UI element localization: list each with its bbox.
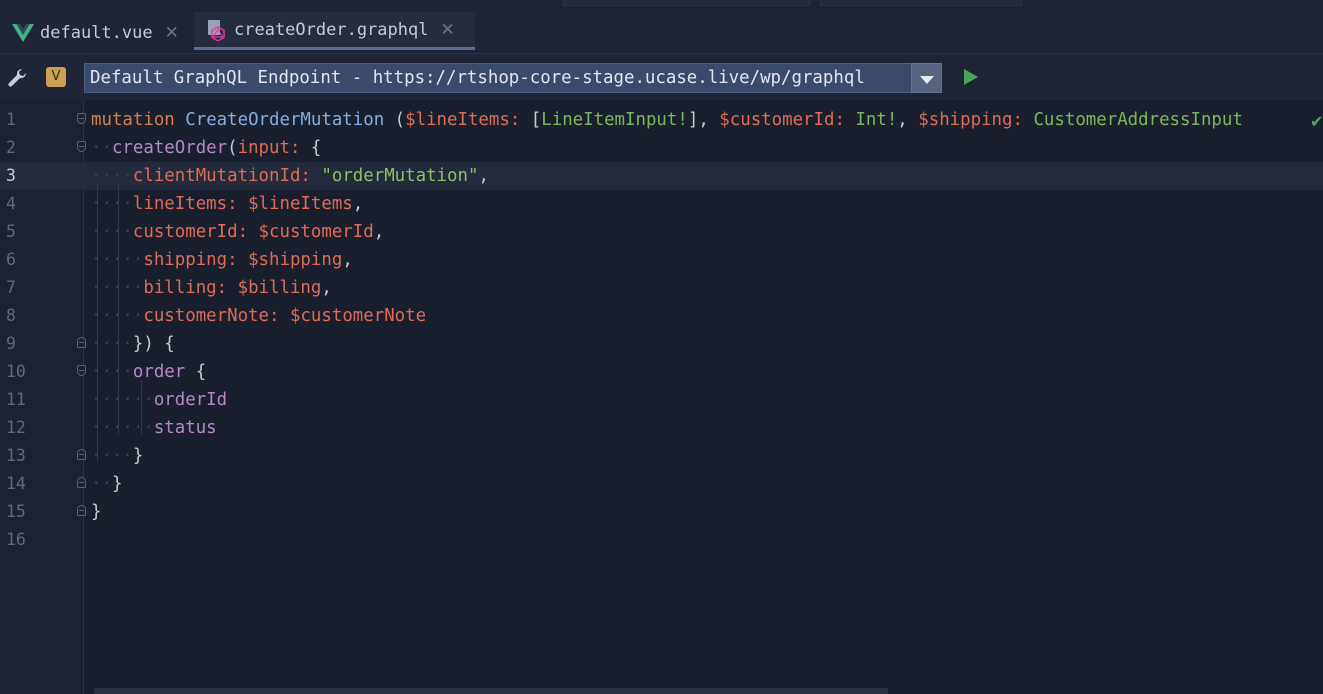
- line-number: 5: [6, 222, 16, 241]
- code-text: ··}: [91, 474, 123, 494]
- line-number: 12: [6, 418, 26, 437]
- code-text: ·····billing: $billing,: [91, 278, 332, 298]
- graphql-toolbar: V Default GraphQL Endpoint - https://rts…: [0, 54, 1323, 100]
- variables-badge[interactable]: V: [46, 67, 66, 87]
- code-text: ·····shipping: $shipping,: [91, 250, 353, 270]
- line-number: 7: [6, 278, 16, 297]
- code-text: ····clientMutationId: "orderMutation",: [91, 166, 489, 186]
- code-line[interactable]: 5 ····customerId: $customerId,: [0, 218, 1323, 246]
- code-line[interactable]: 10 ····order {: [0, 358, 1323, 386]
- chevron-down-icon: [920, 76, 934, 84]
- fold-end-icon[interactable]: [77, 505, 86, 516]
- code-text: ······orderId: [91, 390, 228, 410]
- fold-start-icon[interactable]: [77, 365, 86, 376]
- code-text: mutation CreateOrderMutation ($lineItems…: [91, 110, 1243, 130]
- code-text: ·····customerNote: $customerNote: [91, 306, 427, 326]
- tab-label: default.vue: [40, 22, 153, 43]
- line-number: 1: [6, 110, 16, 129]
- code-line[interactable]: 11 ······orderId: [0, 386, 1323, 414]
- code-line[interactable]: 6 ·····shipping: $shipping,: [0, 246, 1323, 274]
- run-query-icon[interactable]: [964, 69, 978, 85]
- tab-label: createOrder.graphql: [234, 19, 429, 40]
- line-number: 11: [6, 390, 26, 409]
- code-line[interactable]: 14 ··}: [0, 470, 1323, 498]
- code-line[interactable]: 16: [0, 526, 1323, 554]
- toolbar-search-box[interactable]: [563, 0, 810, 6]
- fold-start-icon[interactable]: [77, 141, 86, 152]
- code-text: ····customerId: $customerId,: [91, 222, 385, 242]
- line-number: 16: [6, 530, 26, 549]
- check-icon: ✔: [1310, 112, 1323, 131]
- code-line[interactable]: 3 ····clientMutationId: "orderMutation",: [0, 162, 1323, 190]
- line-number: 15: [6, 502, 26, 521]
- code-text: ······status: [91, 418, 217, 438]
- window-top-strip: [0, 0, 1323, 12]
- toolbar-widget[interactable]: [820, 0, 1022, 6]
- code-text: ····}: [91, 446, 144, 466]
- line-number: 13: [6, 446, 26, 465]
- code-text: ····order {: [91, 362, 207, 382]
- code-text: }: [91, 502, 102, 522]
- code-editor[interactable]: 1 mutation CreateOrderMutation ($lineItem…: [0, 100, 1323, 694]
- indent-guide: [141, 380, 142, 434]
- horizontal-scrollbar[interactable]: [94, 688, 888, 694]
- code-line[interactable]: 7 ·····billing: $billing,: [0, 274, 1323, 302]
- indent-guide: [97, 184, 98, 462]
- line-number: 3: [6, 166, 16, 185]
- line-number: 14: [6, 474, 26, 493]
- tab-default-vue[interactable]: default.vue ✕: [12, 12, 179, 53]
- code-line[interactable]: 8 ·····customerNote: $customerNote: [0, 302, 1323, 330]
- vue-logo-icon: [12, 23, 34, 42]
- line-number: 2: [6, 138, 16, 157]
- fold-end-icon[interactable]: [77, 337, 86, 348]
- tab-create-order-graphql[interactable]: createOrder.graphql ✕: [194, 12, 475, 50]
- code-text: ····}) {: [91, 334, 175, 354]
- code-line[interactable]: 9 ····}) {: [0, 330, 1323, 358]
- code-line[interactable]: 15}: [0, 498, 1323, 526]
- line-number: 10: [6, 362, 26, 381]
- code-line[interactable]: 4 ····lineItems: $lineItems,: [0, 190, 1323, 218]
- wrench-icon[interactable]: [7, 67, 29, 89]
- editor-tabs: default.vue ✕ createOrder.graphql ✕: [0, 12, 1323, 54]
- fold-end-icon[interactable]: [77, 477, 86, 488]
- code-line[interactable]: 2 ··createOrder(input: {: [0, 134, 1323, 162]
- code-text: ····lineItems: $lineItems,: [91, 194, 364, 214]
- graphql-file-icon: [208, 19, 225, 41]
- fold-start-icon[interactable]: [77, 113, 86, 124]
- close-icon[interactable]: ✕: [440, 20, 454, 40]
- endpoint-select[interactable]: Default GraphQL Endpoint - https://rtsho…: [84, 63, 912, 93]
- fold-end-icon[interactable]: [77, 449, 86, 460]
- indent-guide: [118, 184, 119, 434]
- endpoint-dropdown-button[interactable]: [911, 63, 942, 93]
- line-number: 4: [6, 194, 16, 213]
- code-line[interactable]: 12 ······status: [0, 414, 1323, 442]
- line-number: 8: [6, 306, 16, 325]
- close-icon[interactable]: ✕: [165, 23, 179, 43]
- line-number: 6: [6, 250, 16, 269]
- code-line[interactable]: 13 ····}: [0, 442, 1323, 470]
- code-line[interactable]: 1 mutation CreateOrderMutation ($lineItem…: [0, 106, 1323, 134]
- line-number: 9: [6, 334, 16, 353]
- code-text: ··createOrder(input: {: [91, 138, 322, 158]
